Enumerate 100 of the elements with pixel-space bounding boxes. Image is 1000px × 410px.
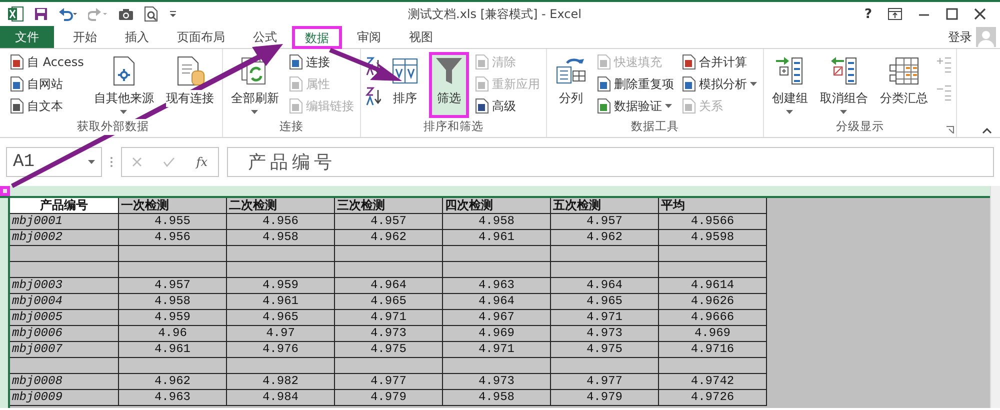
caret-icon <box>750 82 757 86</box>
group-label: 获取外部数据 <box>76 119 149 135</box>
table-cell: mbj0003 <box>10 278 119 293</box>
table-cell: 4.962 <box>335 230 443 245</box>
table-cell: 4.973 <box>443 374 551 389</box>
caret-icon <box>786 110 794 114</box>
ribbon-button[interactable]: 模拟分析 <box>680 74 759 94</box>
dialog-launcher-icon[interactable] <box>946 126 954 134</box>
subtotal-icon <box>888 55 920 87</box>
table-cell: 4.977 <box>335 374 443 389</box>
undo-icon[interactable] <box>58 7 78 21</box>
table-cell: 4.975 <box>335 342 443 357</box>
table-cell: 4.961 <box>443 230 551 245</box>
ribbon-button[interactable]: 删除重复项 <box>594 74 676 94</box>
camera-icon[interactable] <box>118 7 134 21</box>
sign-in-link[interactable]: 登录 <box>948 28 972 46</box>
table-cell: 4.963 <box>119 390 227 405</box>
table-cell: 4.964 <box>335 278 443 293</box>
table-cell: 4.959 <box>227 278 335 293</box>
table-cell: 4.958 <box>227 230 335 245</box>
table-cell: 4.9614 <box>659 278 767 293</box>
ribbon-button[interactable]: 自文本 <box>8 96 86 116</box>
ribbon-button[interactable]: 创建组 <box>768 52 812 118</box>
table-cell: 4.961 <box>119 342 227 357</box>
ribbon-button[interactable]: 自网站 <box>8 74 86 94</box>
insert-function-button[interactable]: fx <box>196 155 208 169</box>
table-cell: 4.969 <box>659 326 767 341</box>
customize-menu-icon[interactable] <box>168 9 178 19</box>
ribbon-button[interactable]: 合并计算 <box>680 52 759 72</box>
table-cell: 4.964 <box>551 278 659 293</box>
ribbon-tab[interactable]: 页面布局 <box>164 26 238 48</box>
ribbon-display-icon[interactable] <box>888 8 902 20</box>
column-header-cell: 四次检测 <box>443 198 551 213</box>
table-cell: 4.955 <box>119 214 227 229</box>
table-cell: 4.957 <box>119 278 227 293</box>
ribbon-button[interactable]: 数据验证 <box>594 96 676 116</box>
save-icon[interactable] <box>34 7 48 21</box>
table-cell: 4.965 <box>227 310 335 325</box>
table-cell: 4.956 <box>227 214 335 229</box>
ribbon-button[interactable]: 分列 <box>550 52 591 118</box>
table-cell: 4.958 <box>119 294 227 309</box>
table-cell: 4.984 <box>227 390 335 405</box>
table-cell: 4.959 <box>119 310 227 325</box>
file-tab[interactable]: 文件 <box>0 26 54 48</box>
table-cell: mbj0001 <box>10 214 119 229</box>
ribbon-tab[interactable]: 视图 <box>396 26 446 48</box>
ribbon-tab[interactable]: 插入 <box>112 26 162 48</box>
table-cell: 4.973 <box>551 326 659 341</box>
ribbon-button[interactable]: 高级 <box>472 96 542 116</box>
formula-field[interactable]: 产品编号 <box>227 147 994 177</box>
table-cell: 4.956 <box>119 230 227 245</box>
ribbon-tab[interactable]: 数据 <box>292 26 342 49</box>
maximize-icon[interactable] <box>946 8 958 20</box>
collapse-ribbon-icon[interactable] <box>982 128 992 134</box>
group-label: 连接 <box>279 119 304 135</box>
ribbon-button[interactable]: 分类汇总 <box>876 52 932 118</box>
ribbon-tab[interactable]: 开始 <box>60 26 110 48</box>
table-cell: 4.975 <box>551 342 659 357</box>
table-cell: 4.965 <box>551 294 659 309</box>
column-header-cell: 平均 <box>659 198 767 213</box>
table-cell: mbj0004 <box>10 294 119 309</box>
table-cell: mbj0007 <box>10 342 119 357</box>
ribbon-button[interactable]: 自 Access <box>8 52 86 72</box>
table-cell: 4.979 <box>335 390 443 405</box>
ribbon-tab[interactable]: 审阅 <box>344 26 394 48</box>
column-header-cell: 二次检测 <box>227 198 335 213</box>
table-cell: 4.96 <box>119 326 227 341</box>
ribbon-button[interactable]: 取消组合 <box>816 52 872 118</box>
table-cell: 4.97 <box>227 326 335 341</box>
table-cell: 4.9566 <box>659 214 767 229</box>
sort-descending-icon[interactable] <box>364 86 381 106</box>
ribbon-tab[interactable]: 公式 <box>240 26 290 48</box>
ribbon-button[interactable]: 自其他来源 <box>90 52 158 118</box>
table-cell: 4.971 <box>443 342 551 357</box>
table-cell: 4.958 <box>443 390 551 405</box>
table-cell: 4.973 <box>335 326 443 341</box>
cell-reference: A1 <box>13 152 35 172</box>
table-cell: 4.971 <box>551 310 659 325</box>
close-icon[interactable] <box>974 8 986 20</box>
name-box[interactable]: A1 <box>6 147 102 177</box>
column-header-cell: 产品编号 <box>10 198 119 213</box>
print-preview-icon[interactable] <box>144 6 158 22</box>
table-cell: mbj0008 <box>10 374 119 389</box>
table-cell: 4.962 <box>119 374 227 389</box>
table-cell: mbj0006 <box>10 326 119 341</box>
ribbon-button[interactable]: 筛选 <box>428 52 469 118</box>
select-all-button[interactable] <box>0 186 10 196</box>
group-label: 排序和筛选 <box>423 119 484 135</box>
column-header-cell: 五次检测 <box>551 198 659 213</box>
group-label: 数据工具 <box>630 119 679 135</box>
caret-icon <box>664 104 672 108</box>
vertical-scrollbar[interactable] <box>990 186 1000 408</box>
table-cell: 4.962 <box>551 230 659 245</box>
table-cell: 4.976 <box>227 342 335 357</box>
help-button[interactable]: ? <box>864 6 872 22</box>
table-cell: mbj0002 <box>10 230 119 245</box>
table-cell: 4.9726 <box>659 390 767 405</box>
table-cell: 4.9626 <box>659 294 767 309</box>
caret-icon <box>251 110 258 114</box>
table-cell: 4.958 <box>443 214 551 229</box>
